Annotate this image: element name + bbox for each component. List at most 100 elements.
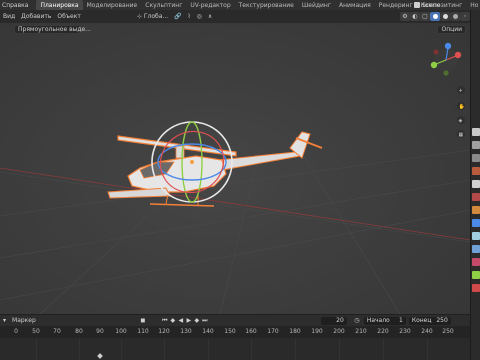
- ruler-tick: 50: [32, 328, 40, 335]
- ruler-tick: 140: [202, 328, 214, 335]
- end-frame-value: 250: [436, 317, 448, 324]
- ruler-tick: 120: [158, 328, 170, 335]
- snap-icon[interactable]: ⌇: [185, 12, 194, 21]
- ruler-tick: 0: [14, 328, 18, 335]
- xray-toggle-icon[interactable]: ▢: [420, 12, 430, 21]
- falloff-icon[interactable]: ∧: [205, 12, 215, 21]
- tab-texture-paint[interactable]: Текстурирование: [235, 0, 298, 10]
- tool-tab-icon[interactable]: [471, 128, 480, 136]
- tab-animation[interactable]: Анимация: [335, 0, 375, 10]
- ruler-tick: 110: [137, 328, 149, 335]
- scene-tab-icon[interactable]: [471, 180, 480, 188]
- menu-view[interactable]: Вид: [0, 12, 18, 21]
- timeline-header: ▾ Маркер ◼ ⏮ ◆ ◀ ▶ ◆ ⏭ 20 ◷ Начало 1 Кон…: [0, 314, 470, 326]
- start-frame-value: 1: [398, 317, 403, 324]
- tab-shading[interactable]: Шейдинг: [298, 0, 335, 10]
- select-mode-dropdown[interactable]: Прямоугольное выде...: [14, 25, 91, 34]
- physics-tab-icon[interactable]: [471, 245, 480, 253]
- shading-material-icon[interactable]: [440, 12, 450, 21]
- end-frame-label: Конец: [411, 317, 432, 324]
- tool-settings-bar: Прямоугольное выде... Опции: [0, 23, 470, 36]
- jump-last-icon[interactable]: ⏭: [201, 317, 209, 325]
- options-dropdown[interactable]: Опции: [437, 25, 466, 34]
- ruler-tick: 130: [180, 328, 192, 335]
- world-tab-icon[interactable]: [471, 193, 480, 201]
- output-tab-icon[interactable]: [471, 154, 480, 162]
- floor-grid: [0, 149, 470, 314]
- snap-toggle[interactable]: 🔗: [171, 12, 184, 21]
- view-layer-tab-icon[interactable]: [471, 167, 480, 175]
- play-reverse-icon[interactable]: ◀: [177, 317, 185, 325]
- gizmo-toggle-icon[interactable]: ⚙: [400, 12, 410, 21]
- navigation-gizmo[interactable]: [430, 42, 462, 76]
- play-icon[interactable]: ▶: [185, 317, 193, 325]
- ruler-tick: 240: [421, 328, 433, 335]
- menu-add[interactable]: Добавить: [18, 12, 54, 21]
- viewport-header: Вид Добавить Объект ⊹ Глоба... 🔗 ⌇ ◎ ∧ ⚙…: [0, 10, 470, 23]
- constraints-tab-icon[interactable]: [471, 258, 480, 266]
- tab-modeling[interactable]: Моделирование: [83, 0, 142, 10]
- proportional-edit-icon[interactable]: ◎: [194, 12, 205, 21]
- ruler-tick: 70: [53, 328, 61, 335]
- transform-orientation-dropdown[interactable]: ⊹ Глоба...: [134, 12, 171, 21]
- shading-solid-icon[interactable]: [430, 12, 440, 21]
- x-axis-line: [0, 167, 470, 241]
- ruler-tick: 200: [333, 328, 345, 335]
- tab-more[interactable]: Но: [466, 0, 480, 10]
- ruler-tick: 160: [245, 328, 257, 335]
- current-frame-field[interactable]: 20: [320, 316, 347, 325]
- svg-text:▦: ▦: [459, 132, 464, 138]
- start-frame-field[interactable]: Начало 1: [363, 316, 406, 325]
- scene-name: Scene: [422, 1, 441, 9]
- svg-text:◈: ◈: [459, 118, 463, 124]
- timeline-view-icon[interactable]: ▾: [0, 316, 9, 325]
- tab-layout[interactable]: Планировка: [36, 0, 83, 10]
- tab-uv-editing[interactable]: UV-редактор: [186, 0, 234, 10]
- menu-marker[interactable]: Маркер: [9, 316, 39, 325]
- ruler-tick: 80: [75, 328, 83, 335]
- jump-first-icon[interactable]: ⏮: [161, 317, 169, 325]
- shading-rendered-icon[interactable]: [450, 12, 460, 21]
- scene-canvas[interactable]: + ✋ ◈ ▦: [0, 10, 470, 314]
- ruler-tick: 150: [224, 328, 236, 335]
- ruler-tick: 220: [377, 328, 389, 335]
- timeline-area[interactable]: [0, 338, 470, 360]
- 3d-viewport[interactable]: + ✋ ◈ ▦: [0, 10, 470, 314]
- object-tab-icon[interactable]: [471, 206, 480, 214]
- material-tab-icon[interactable]: [471, 284, 480, 292]
- ruler-tick: 100: [115, 328, 127, 335]
- top-menu-bar: Справка Планировка Моделирование Скульпт…: [0, 0, 480, 10]
- overlay-toggle-icon[interactable]: ◐: [410, 12, 420, 21]
- jump-key-back-icon[interactable]: ◆: [169, 317, 177, 325]
- start-frame-label: Начало: [366, 317, 390, 324]
- ruler-tick: 250: [442, 328, 454, 335]
- orientation-icon: ⊹: [136, 13, 142, 20]
- data-tab-icon[interactable]: [471, 271, 480, 279]
- view-controls[interactable]: + ✋ ◈ ▦: [457, 86, 465, 138]
- render-tab-icon[interactable]: [471, 141, 480, 149]
- end-frame-field[interactable]: Конец 250: [408, 316, 451, 325]
- menu-help[interactable]: Справка: [0, 2, 30, 9]
- ruler-tick: 190: [311, 328, 323, 335]
- ruler-tick: 210: [355, 328, 367, 335]
- timeline-ruler[interactable]: 0 50 70 80 90 100 110 120 130 140 150 16…: [0, 326, 470, 338]
- keyframe-marker[interactable]: [97, 353, 103, 359]
- clock-icon[interactable]: ◷: [353, 317, 361, 325]
- particles-tab-icon[interactable]: [471, 232, 480, 240]
- scene-selector[interactable]: Scene: [414, 1, 462, 9]
- jump-key-forward-icon[interactable]: ◆: [193, 317, 201, 325]
- menu-object[interactable]: Объект: [54, 12, 83, 21]
- jump-start-icon[interactable]: ◼: [139, 317, 147, 325]
- ruler-tick: 180: [289, 328, 301, 335]
- ruler-tick: 90: [96, 328, 104, 335]
- orientation-label: Глоба...: [143, 13, 169, 20]
- properties-tab-strip: [470, 10, 480, 360]
- link-icon: 🔗: [174, 13, 182, 20]
- scene-icon: [414, 2, 420, 8]
- svg-text:+: +: [459, 88, 463, 94]
- tab-sculpting[interactable]: Скульптинг: [141, 0, 186, 10]
- tab-rendering[interactable]: Рендеринг: [375, 0, 417, 10]
- shading-options-icon[interactable]: ◦: [460, 12, 470, 21]
- ruler-tick: 230: [399, 328, 411, 335]
- modifier-tab-icon[interactable]: [471, 219, 480, 227]
